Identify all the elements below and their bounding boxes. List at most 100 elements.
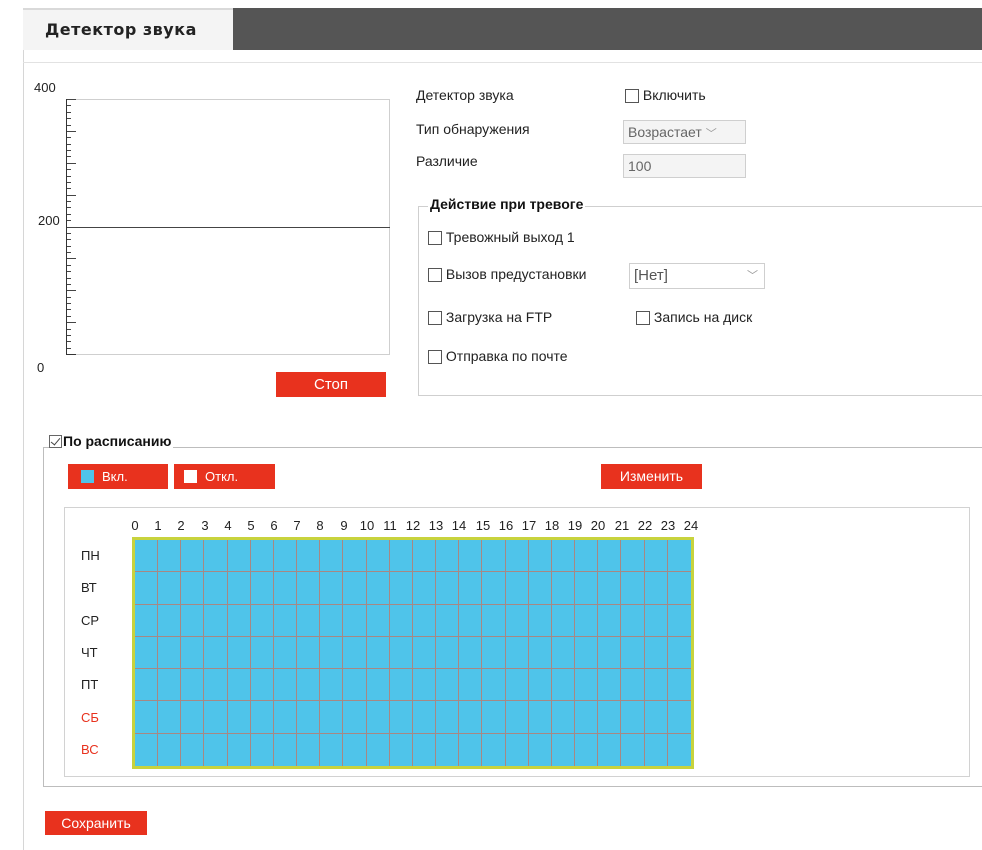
schedule-cell[interactable] bbox=[135, 669, 159, 702]
schedule-cell[interactable] bbox=[158, 540, 182, 573]
schedule-cell[interactable] bbox=[297, 540, 321, 573]
schedule-cell[interactable] bbox=[644, 701, 668, 734]
edit-button[interactable]: Изменить bbox=[601, 464, 702, 489]
preset-row[interactable]: Вызов предустановки bbox=[428, 266, 586, 283]
schedule-cell[interactable] bbox=[320, 701, 344, 734]
schedule-cell[interactable] bbox=[181, 572, 205, 605]
schedule-cell[interactable] bbox=[366, 701, 390, 734]
schedule-cell[interactable] bbox=[343, 604, 367, 637]
schedule-cell[interactable] bbox=[551, 540, 576, 573]
stop-button[interactable]: Стоп bbox=[276, 372, 386, 397]
schedule-cell[interactable] bbox=[273, 636, 298, 670]
schedule-cell[interactable] bbox=[644, 636, 668, 670]
email-row[interactable]: Отправка по почте bbox=[428, 348, 568, 365]
schedule-cell[interactable] bbox=[436, 604, 460, 637]
schedule-cell[interactable] bbox=[273, 604, 298, 637]
schedule-cell[interactable] bbox=[482, 572, 506, 605]
schedule-cell[interactable] bbox=[667, 669, 691, 702]
schedule-cell[interactable] bbox=[389, 636, 413, 670]
schedule-cell[interactable] bbox=[273, 572, 298, 605]
schedule-cell[interactable] bbox=[367, 733, 390, 766]
disk-checkbox[interactable] bbox=[636, 311, 650, 326]
preset-checkbox[interactable] bbox=[428, 268, 442, 283]
schedule-cell[interactable] bbox=[575, 733, 599, 766]
schedule-cell[interactable] bbox=[227, 540, 251, 573]
schedule-cell[interactable] bbox=[204, 636, 228, 670]
schedule-cell[interactable] bbox=[389, 540, 413, 573]
schedule-cell[interactable] bbox=[181, 636, 205, 670]
schedule-cell[interactable] bbox=[158, 572, 182, 605]
schedule-cell[interactable] bbox=[482, 733, 506, 766]
schedule-cell[interactable] bbox=[644, 669, 668, 702]
schedule-cell[interactable] bbox=[181, 540, 205, 573]
schedule-cell[interactable] bbox=[459, 604, 483, 637]
ftp-checkbox[interactable] bbox=[428, 311, 442, 326]
schedule-cell[interactable] bbox=[273, 669, 298, 702]
schedule-cell[interactable] bbox=[459, 572, 483, 605]
schedule-cell[interactable] bbox=[598, 701, 622, 734]
schedule-cell[interactable] bbox=[528, 701, 552, 734]
mode-on-button[interactable]: Вкл. bbox=[68, 464, 168, 489]
schedule-grid[interactable] bbox=[132, 537, 694, 769]
schedule-cell[interactable] bbox=[366, 540, 390, 573]
schedule-cell[interactable] bbox=[250, 701, 274, 734]
schedule-cell[interactable] bbox=[482, 604, 506, 637]
schedule-cell[interactable] bbox=[598, 572, 622, 605]
schedule-cell[interactable] bbox=[390, 733, 413, 766]
schedule-cell[interactable] bbox=[181, 701, 205, 734]
detection-type-select[interactable]: Возрастает ﹀ bbox=[623, 120, 746, 144]
schedule-cell[interactable] bbox=[320, 669, 344, 702]
schedule-cell[interactable] bbox=[575, 701, 599, 734]
schedule-cell[interactable] bbox=[343, 669, 367, 702]
schedule-cell[interactable] bbox=[366, 636, 390, 670]
schedule-cell[interactable] bbox=[366, 604, 390, 637]
schedule-cell[interactable] bbox=[228, 733, 251, 766]
schedule-cell[interactable] bbox=[158, 669, 182, 702]
schedule-cell[interactable] bbox=[459, 540, 483, 573]
schedule-cell[interactable] bbox=[551, 636, 576, 670]
schedule-cell[interactable] bbox=[251, 733, 274, 766]
schedule-cell[interactable] bbox=[436, 701, 460, 734]
schedule-cell[interactable] bbox=[135, 540, 159, 573]
difference-input[interactable]: 100 bbox=[623, 154, 746, 178]
schedule-cell[interactable] bbox=[204, 733, 228, 766]
schedule-cell[interactable] bbox=[436, 733, 460, 766]
schedule-cell[interactable] bbox=[482, 701, 506, 734]
alarm-out-row[interactable]: Тревожный выход 1 bbox=[428, 229, 575, 246]
schedule-cell[interactable] bbox=[621, 669, 645, 702]
schedule-cell[interactable] bbox=[621, 701, 645, 734]
schedule-cell[interactable] bbox=[436, 669, 460, 702]
schedule-cell[interactable] bbox=[575, 540, 599, 573]
schedule-cell[interactable] bbox=[158, 636, 182, 670]
schedule-cell[interactable] bbox=[181, 669, 205, 702]
schedule-cell[interactable] bbox=[598, 540, 622, 573]
schedule-cell[interactable] bbox=[250, 572, 274, 605]
schedule-cell[interactable] bbox=[389, 701, 413, 734]
schedule-cell[interactable] bbox=[528, 669, 552, 702]
schedule-cell[interactable] bbox=[621, 604, 645, 637]
enable-checkbox-row[interactable]: Включить bbox=[625, 87, 706, 104]
schedule-cell[interactable] bbox=[413, 733, 437, 766]
schedule-cell[interactable] bbox=[667, 637, 691, 670]
schedule-cell[interactable] bbox=[644, 540, 668, 573]
schedule-cell[interactable] bbox=[343, 540, 367, 573]
schedule-cell[interactable] bbox=[135, 733, 159, 766]
schedule-cell[interactable] bbox=[528, 572, 552, 605]
schedule-cell[interactable] bbox=[621, 572, 645, 605]
schedule-cell[interactable] bbox=[505, 701, 529, 734]
schedule-cell[interactable] bbox=[436, 540, 460, 573]
schedule-cell[interactable] bbox=[644, 572, 668, 605]
schedule-cell[interactable] bbox=[644, 604, 668, 637]
schedule-cell[interactable] bbox=[297, 604, 321, 637]
schedule-cell[interactable] bbox=[158, 604, 182, 637]
schedule-cell[interactable] bbox=[482, 636, 506, 670]
schedule-cell[interactable] bbox=[551, 669, 576, 702]
schedule-cell[interactable] bbox=[343, 701, 367, 734]
schedule-cell[interactable] bbox=[320, 572, 344, 605]
schedule-cell[interactable] bbox=[528, 540, 552, 573]
schedule-checkbox[interactable] bbox=[49, 435, 62, 448]
schedule-cell[interactable] bbox=[621, 733, 645, 766]
schedule-cell[interactable] bbox=[135, 701, 159, 734]
schedule-cell[interactable] bbox=[412, 540, 437, 573]
schedule-cell[interactable] bbox=[250, 636, 274, 670]
